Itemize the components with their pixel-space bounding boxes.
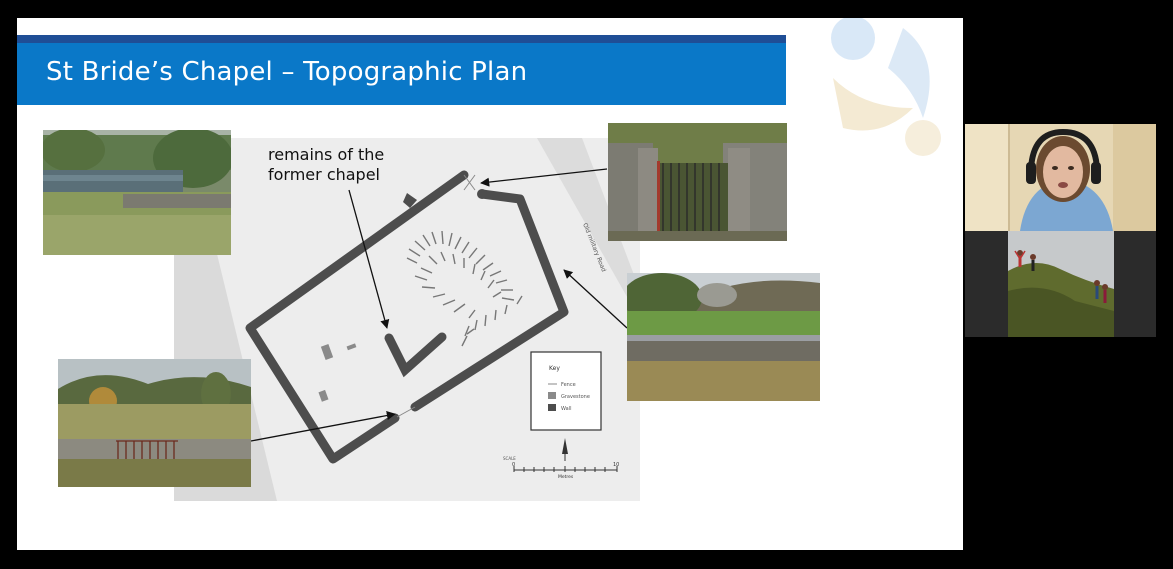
video-tile-presenter[interactable] (965, 124, 1156, 231)
photo-gate (608, 123, 787, 241)
svg-text:Metres: Metres (558, 474, 574, 480)
photo-railing (58, 359, 251, 487)
presentation-slide: St Bride’s Chapel – Topographic Plan Old… (17, 18, 963, 550)
key-wall: Wall (561, 406, 571, 412)
photo-river (43, 130, 231, 255)
svg-text:0: 0 (512, 462, 515, 468)
map-key (530, 351, 602, 431)
svg-text:10: 10 (613, 462, 619, 468)
key-title: Key (549, 365, 560, 372)
svg-text:SCALE: SCALE (503, 456, 516, 461)
annotation-line-1: remains of the (268, 145, 384, 164)
annotation-line-2: former chapel (268, 165, 380, 184)
key-gravestone: Gravestone (561, 394, 590, 400)
key-fence: Fence (561, 382, 576, 388)
video-tile-participant[interactable] (965, 231, 1156, 337)
photo-field (627, 273, 820, 401)
